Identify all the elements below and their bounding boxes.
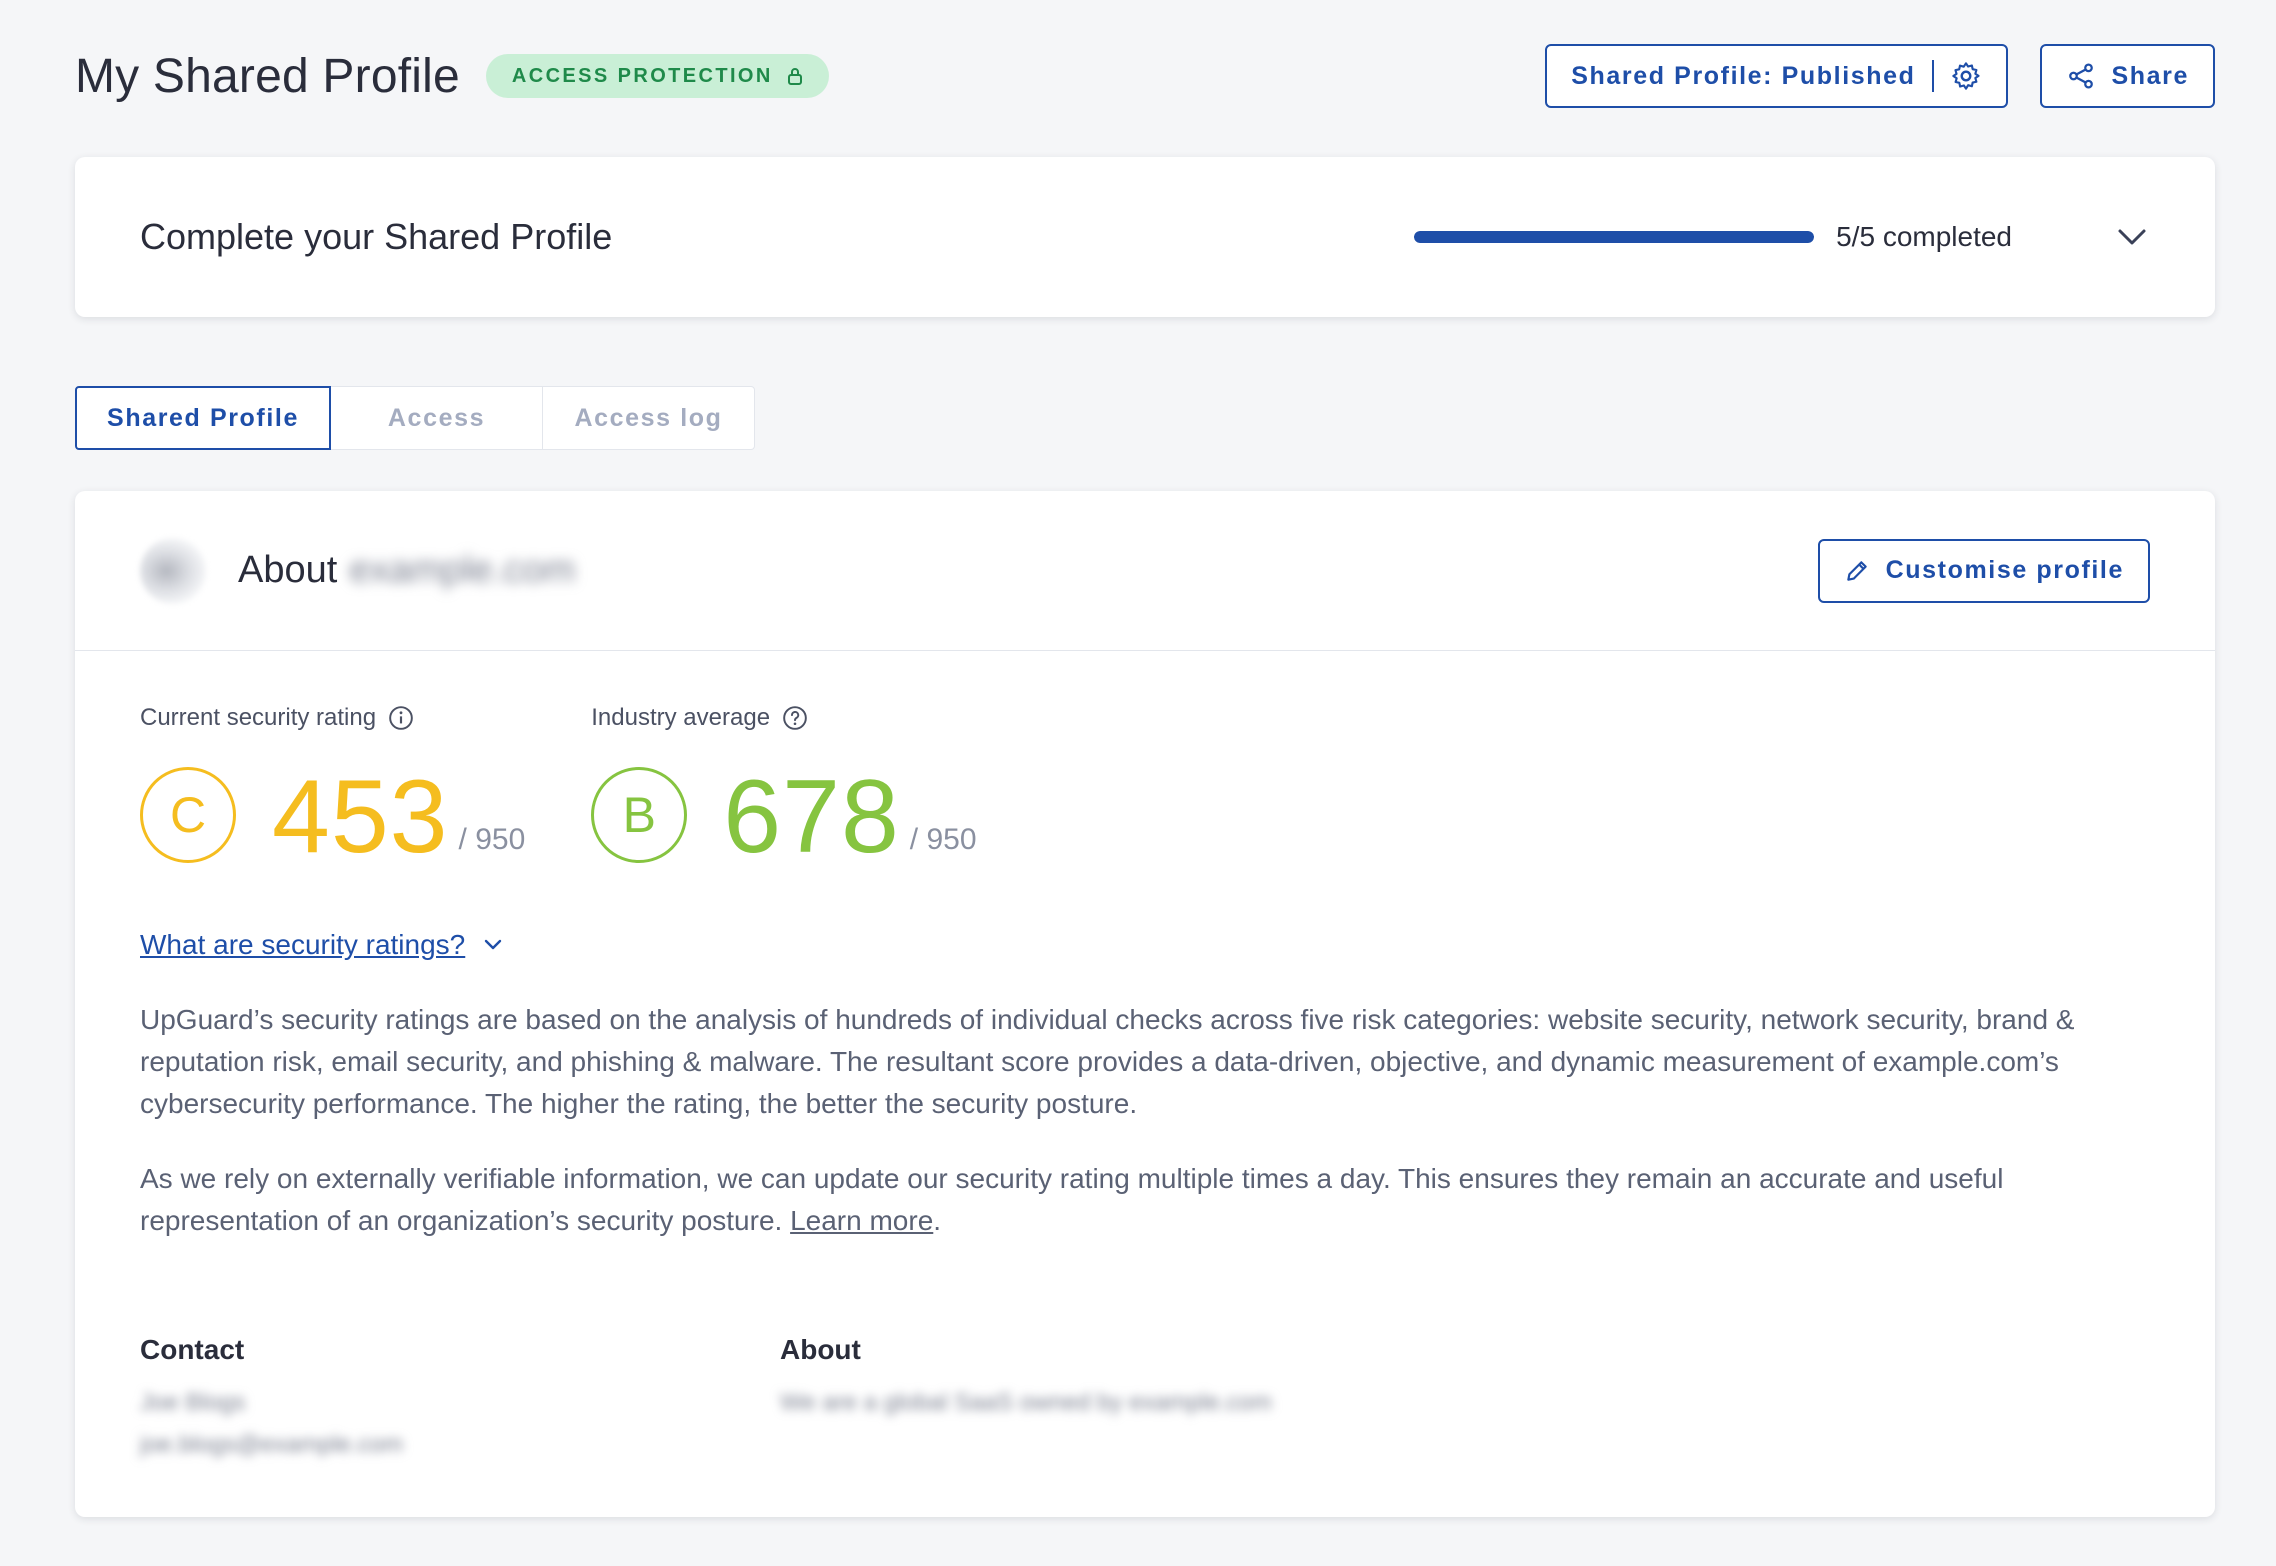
about-prefix: About [238, 549, 338, 591]
share-label: Share [2111, 61, 2189, 90]
ratings-update-note: As we rely on externally verifiable info… [140, 1158, 2140, 1242]
customise-profile-button[interactable]: Customise profile [1817, 538, 2150, 603]
what-are-ratings-link[interactable]: What are security ratings? [140, 929, 465, 961]
about-domain: example.com [349, 549, 576, 591]
lock-icon [787, 68, 802, 85]
ratings-row: Current security rating C 453 / 950 Indu… [140, 703, 977, 875]
company-logo [140, 537, 206, 604]
chevron-down-icon [2118, 229, 2146, 245]
progress-text: 5/5 completed [1836, 221, 2012, 252]
published-status-button[interactable]: Shared Profile: Published [1545, 44, 2008, 108]
profile-completion-card: Complete your Shared Profile 5/5 complet… [75, 157, 2215, 317]
chevron-down-icon [485, 939, 502, 950]
contact-name: Joe Blogs [140, 1389, 246, 1416]
about-section: About We are a global SaaS owned by exam… [780, 1334, 1272, 1424]
pencil-icon [1846, 560, 1867, 581]
about-section-title: About [780, 1334, 861, 1365]
expand-toggle[interactable] [2114, 219, 2150, 255]
industry-rating-label-text: Industry average [591, 704, 771, 731]
access-protection-badge: ACCESS PROTECTION [485, 54, 829, 98]
current-rating-row: C 453 / 950 [140, 759, 526, 875]
learn-more-link[interactable]: Learn more [790, 1205, 933, 1236]
current-rating-label-text: Current security rating [140, 704, 377, 731]
tab-access[interactable]: Access [331, 386, 543, 450]
about-header: About example.com Customise profile [75, 491, 2215, 651]
page-title: My Shared Profile [75, 49, 460, 103]
share-button[interactable]: Share [2039, 44, 2215, 108]
update-note-text: As we rely on externally verifiable info… [140, 1163, 2004, 1236]
profile-card: About example.com Customise profile Curr… [75, 491, 2215, 1517]
industry-out-of: / 950 [909, 823, 977, 856]
contact-section: Contact Joe Blogs joe.blogs@example.com [140, 1334, 403, 1466]
divider [1931, 60, 1934, 92]
customise-label: Customise profile [1885, 556, 2124, 584]
tab-shared-profile[interactable]: Shared Profile [75, 386, 331, 450]
about-text: We are a global SaaS owned by example.co… [780, 1389, 1272, 1416]
current-rating: Current security rating C 453 / 950 [140, 703, 526, 875]
profile-tabs: Shared Profile Access Access log [75, 386, 755, 450]
progress-bar [1414, 231, 1815, 243]
what-are-ratings-toggle[interactable]: What are security ratings? [140, 929, 503, 961]
published-label: Shared Profile: Published [1571, 61, 1916, 90]
industry-score: 678 [723, 759, 900, 875]
industry-rating-label: Industry average [591, 703, 976, 733]
about-details: We are a global SaaS owned by example.co… [780, 1382, 1272, 1424]
badge-label: ACCESS PROTECTION [511, 64, 773, 87]
progress-wrap: 5/5 completed [1414, 219, 2150, 255]
tab-access-log[interactable]: Access log [543, 386, 755, 450]
current-score: 453 [272, 759, 449, 875]
industry-rating: Industry average B 678 / 950 [591, 703, 977, 875]
contact-email: joe.blogs@example.com [140, 1431, 404, 1458]
info-icon[interactable] [388, 705, 414, 731]
gear-icon[interactable] [1950, 60, 1982, 92]
share-icon [2068, 63, 2093, 89]
help-icon[interactable] [782, 705, 808, 731]
current-rating-label: Current security rating [140, 703, 525, 733]
grade-badge-current: C [140, 767, 236, 863]
about-title: About example.com [238, 549, 575, 592]
contact-title: Contact [140, 1334, 245, 1365]
header-actions: Shared Profile: Published Share [1545, 44, 2215, 108]
page-header: My Shared Profile ACCESS PROTECTION Shar… [75, 40, 2215, 112]
ratings-description: UpGuard’s security ratings are based on … [140, 1004, 2075, 1119]
progress-fill [1414, 231, 1815, 243]
grade-badge-industry: B [591, 767, 688, 863]
progress-title: Complete your Shared Profile [140, 216, 613, 257]
period: . [933, 1205, 942, 1236]
industry-rating-row: B 678 / 950 [591, 759, 977, 875]
contact-details: Joe Blogs joe.blogs@example.com [140, 1382, 403, 1466]
current-out-of: / 950 [458, 823, 526, 856]
